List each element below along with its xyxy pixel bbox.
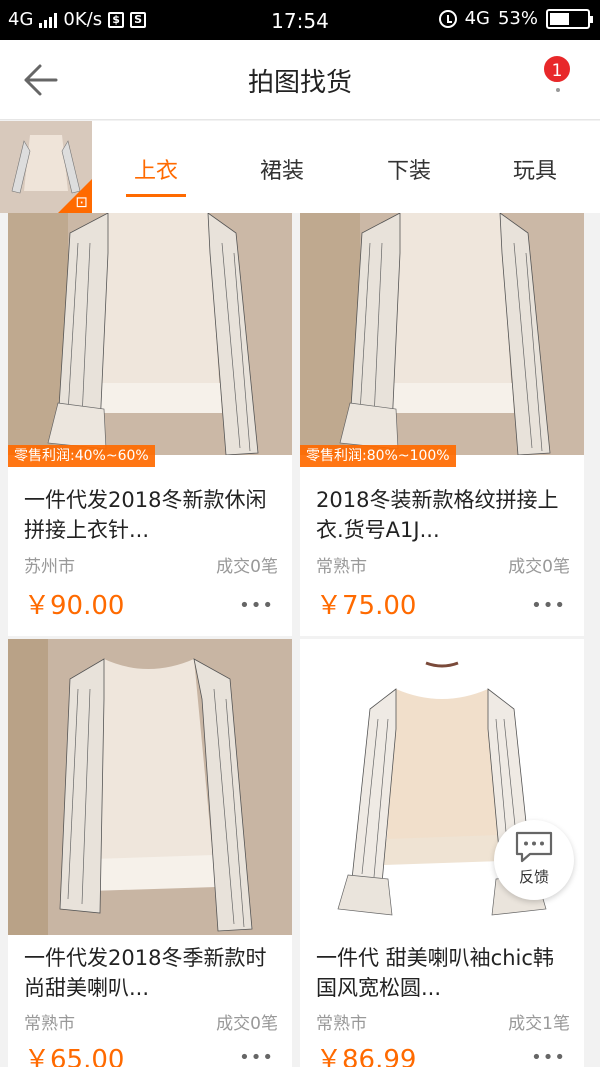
chat-bubble-icon: [515, 831, 553, 863]
product-name: 一件代发2018冬新款休闲拼接上衣针...: [24, 488, 267, 542]
product-image: [8, 213, 292, 455]
product-price: ￥65.00: [24, 1045, 125, 1067]
product-city: 常熟市: [316, 1014, 367, 1034]
notification-badge: 1: [542, 54, 572, 84]
product-name: 2018冬装新款格纹拼接上衣.货号A1J...: [316, 488, 559, 542]
product-deal-count: 成交0笔: [216, 1014, 278, 1034]
profit-badge: 零售利润:40%~60%: [8, 445, 155, 467]
more-options-icon[interactable]: •••: [239, 595, 274, 616]
more-options-icon[interactable]: •••: [239, 1047, 274, 1067]
product-image: [300, 213, 584, 455]
profit-badge: 零售利润:80%~100%: [300, 445, 456, 467]
status-bar: 4G 0K/s $ S 17:54 4G 53%: [0, 0, 600, 40]
battery-percent: 53%: [497, 8, 538, 29]
category-tabs: ⊡ 上衣 裙装 下装 玩具: [0, 121, 600, 213]
product-city: 常熟市: [316, 557, 367, 577]
more-options-icon[interactable]: •••: [531, 1047, 566, 1067]
tab-bottoms[interactable]: 下装: [374, 153, 444, 185]
product-price: ￥86.99: [316, 1045, 417, 1067]
product-city: 常熟市: [24, 1014, 75, 1034]
alarm-icon: [438, 9, 457, 28]
battery-icon: [546, 8, 593, 29]
tab-toys[interactable]: 玩具: [500, 153, 570, 185]
top-nav: 拍图找货 1: [0, 40, 600, 120]
feedback-label: 反馈: [518, 868, 549, 886]
active-tab-indicator: [126, 194, 186, 197]
product-city: 苏州市: [24, 557, 75, 577]
product-image: [8, 639, 292, 935]
product-name: 一件代 甜美喇叭袖chic韩国风宽松圆...: [316, 946, 554, 1000]
product-deal-count: 成交0笔: [508, 557, 570, 577]
tab-tops[interactable]: 上衣: [121, 153, 191, 185]
network-type-right: 4G: [464, 8, 490, 29]
feedback-button[interactable]: 反馈: [494, 820, 574, 900]
product-price: ￥75.00: [316, 591, 417, 621]
product-card[interactable]: 一件代发2018冬季新款时尚甜美喇叭... 常熟市 成交0笔 ￥65.00 ••…: [8, 639, 292, 1067]
product-price: ￥90.00: [24, 591, 125, 621]
tab-skirts[interactable]: 裙装: [247, 153, 317, 185]
product-card[interactable]: 零售利润:80%~100% 2018冬装新款格纹拼接上衣.货号A1J... 常熟…: [300, 213, 584, 636]
product-deal-count: 成交0笔: [216, 557, 278, 577]
product-card[interactable]: 零售利润:40%~60% 一件代发2018冬新款休闲拼接上衣针... 苏州市 成…: [8, 213, 292, 636]
search-image-thumbnail[interactable]: ⊡: [0, 121, 92, 213]
more-dots-icon: [556, 88, 560, 92]
more-options-icon[interactable]: •••: [531, 595, 566, 616]
product-name: 一件代发2018冬季新款时尚甜美喇叭...: [24, 946, 267, 1000]
page-title: 拍图找货: [247, 68, 352, 98]
more-menu-button[interactable]: 1: [540, 54, 576, 104]
product-deal-count: 成交1笔: [508, 1014, 570, 1034]
